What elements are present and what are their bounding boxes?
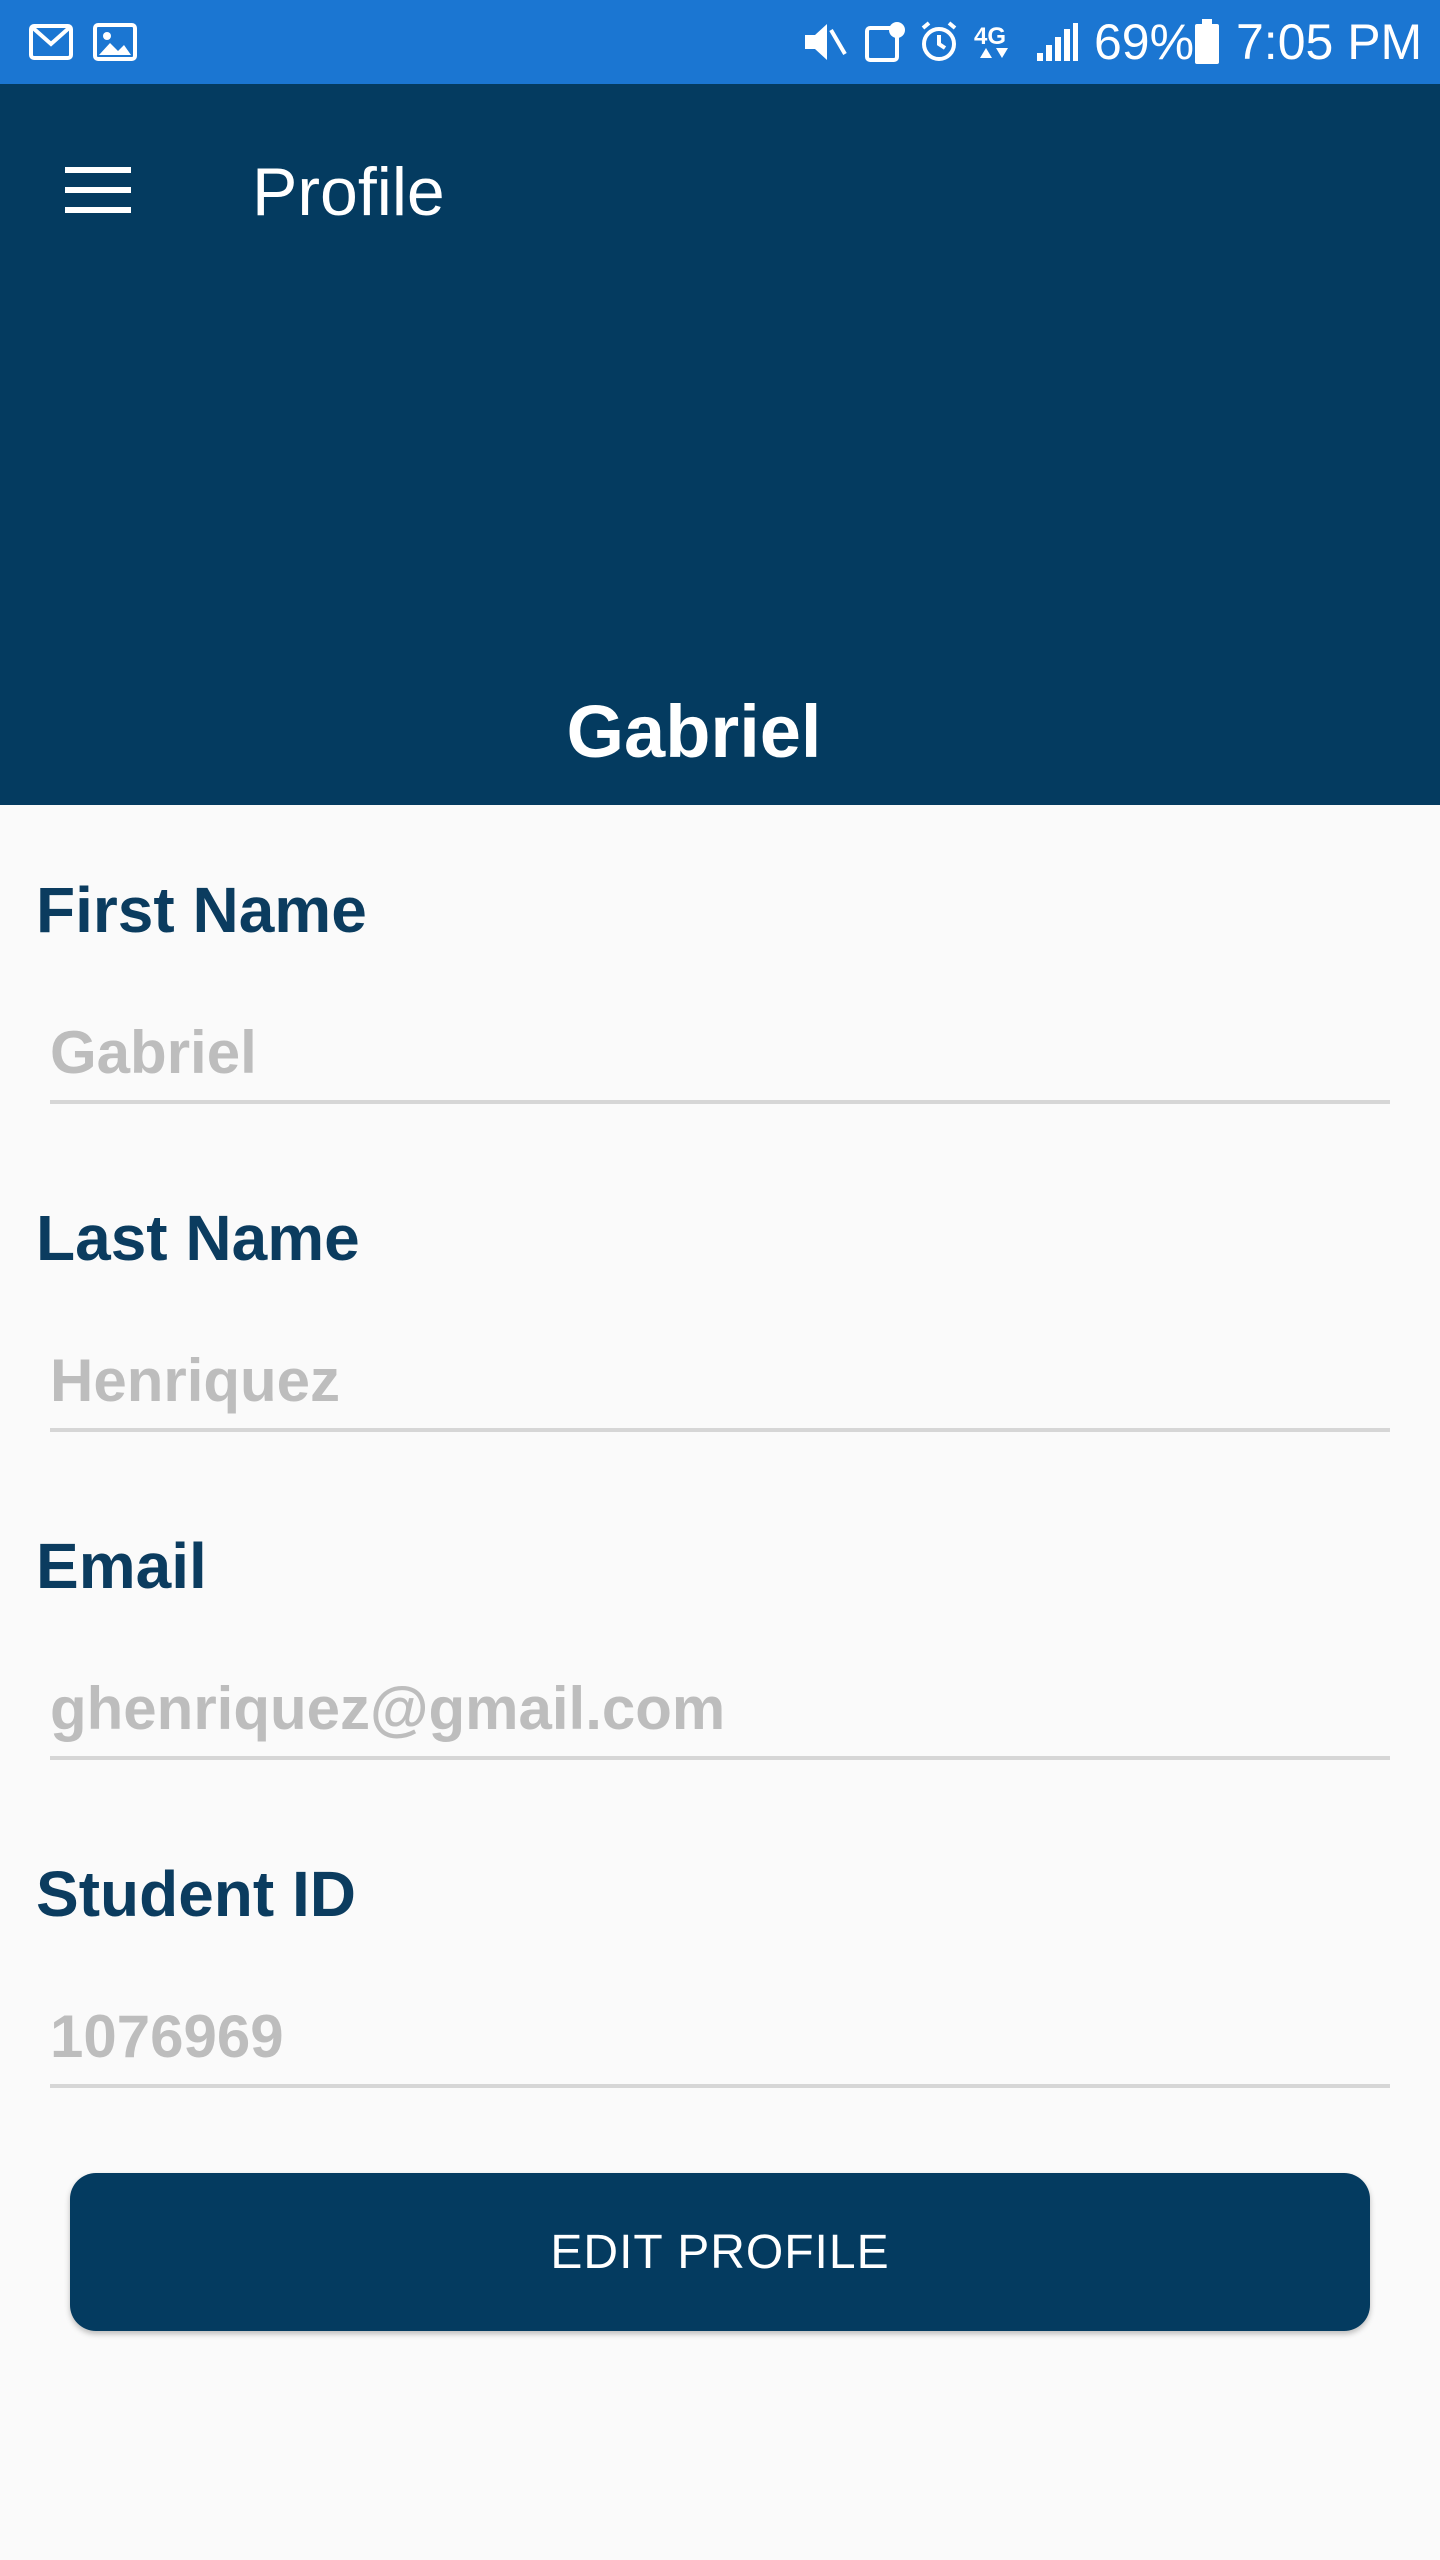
- first-name-input[interactable]: [50, 1004, 1390, 1104]
- data-saver-icon: [862, 18, 908, 66]
- email-input[interactable]: [50, 1660, 1390, 1760]
- page-title: Profile: [252, 154, 445, 230]
- last-name-label: Last Name: [36, 1202, 360, 1274]
- clock-time: 7:05 PM: [1236, 14, 1423, 70]
- status-bar: 4G 69% 7:05 PM: [0, 0, 1440, 84]
- gallery-icon: [92, 18, 138, 66]
- signal-icon: [1034, 18, 1080, 66]
- hamburger-menu-icon: [65, 165, 131, 220]
- profile-name-heading: Gabriel: [566, 690, 822, 773]
- gmail-icon: [28, 18, 74, 66]
- alarm-icon: [916, 18, 962, 66]
- student-id-label: Student ID: [36, 1858, 356, 1930]
- svg-text:4G: 4G: [974, 23, 1006, 50]
- mute-icon: [800, 18, 850, 66]
- email-label: Email: [36, 1530, 207, 1602]
- edit-profile-button[interactable]: EDIT PROFILE: [70, 2173, 1370, 2331]
- battery-icon: [1192, 18, 1222, 66]
- first-name-label: First Name: [36, 874, 367, 946]
- menu-button[interactable]: [40, 134, 156, 250]
- 4g-lte-icon: 4G: [972, 18, 1028, 66]
- battery-percent: 69%: [1094, 14, 1195, 70]
- app-bar: Profile Gabriel: [0, 84, 1440, 805]
- last-name-input[interactable]: [50, 1332, 1390, 1432]
- student-id-input[interactable]: [50, 1988, 1390, 2088]
